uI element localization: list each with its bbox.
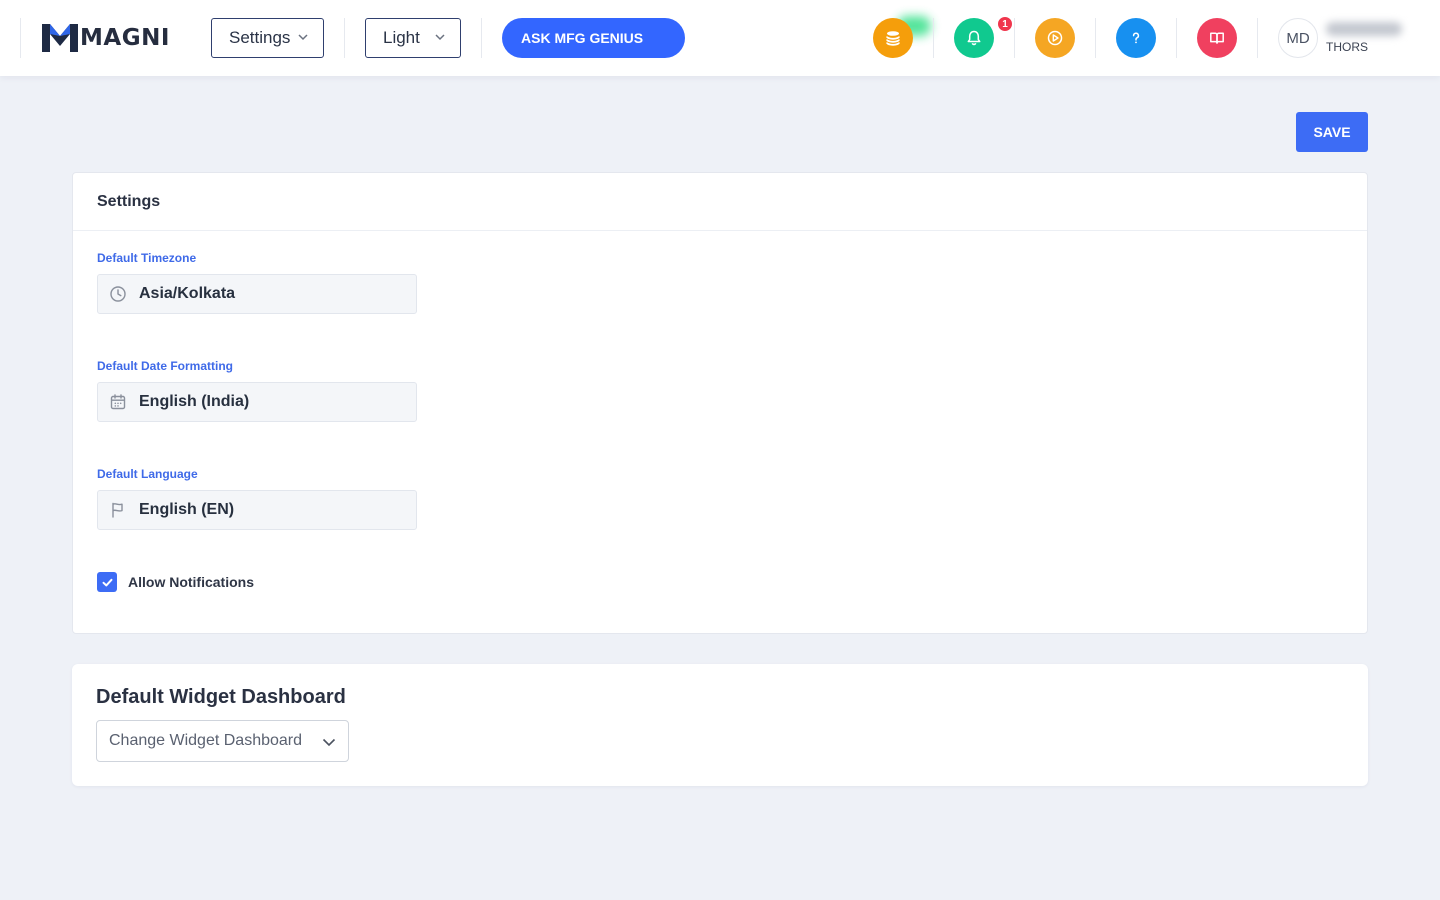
divider [1095, 18, 1096, 58]
timezone-select[interactable]: Asia/Kolkata [97, 274, 417, 314]
timezone-label: Default Timezone [97, 251, 197, 265]
timezone-value: Asia/Kolkata [139, 285, 236, 302]
divider [1257, 18, 1258, 58]
divider [481, 18, 482, 58]
divider [1014, 18, 1015, 58]
chevron-down-icon [322, 738, 336, 747]
divider [20, 18, 21, 58]
date-format-label: Default Date Formatting [97, 359, 234, 373]
ask-mfg-genius-button[interactable]: ASK MFG GENIUS [502, 18, 685, 58]
language-label: Default Language [97, 467, 198, 481]
module-dropdown-label: Settings [229, 28, 291, 47]
theme-dropdown[interactable]: Light [365, 18, 461, 58]
divider [73, 230, 1367, 231]
allow-notifications-checkbox[interactable] [97, 572, 117, 592]
tutorials-button[interactable] [1035, 18, 1075, 58]
language-value: English (EN) [139, 501, 235, 518]
clock-icon [110, 286, 126, 302]
widget-dashboard-select[interactable]: Change Widget Dashboard [96, 720, 349, 762]
widget-dashboard-placeholder: Change Widget Dashboard [109, 732, 303, 749]
settings-card: Settings Default Timezone Asia/Kolkata D… [72, 172, 1368, 634]
chevron-down-icon [298, 34, 308, 41]
date-format-value: English (India) [139, 393, 250, 410]
bell-icon [967, 30, 981, 46]
user-avatar[interactable]: MD [1278, 18, 1318, 58]
user-name-blurred[interactable] [1326, 22, 1402, 36]
allow-notifications-label: Allow Notifications [128, 574, 254, 590]
widget-dashboard-title: Default Widget Dashboard [96, 686, 346, 708]
save-button[interactable]: SAVE [1296, 112, 1368, 152]
divider [344, 18, 345, 58]
book-icon [1210, 32, 1224, 44]
top-navbar: MAGNI Settings Light ASK MFG GENIUS 1 MD… [0, 0, 1440, 76]
brand-logo[interactable]: MAGNI [42, 22, 170, 54]
help-button[interactable] [1116, 18, 1156, 58]
settings-card-title: Settings [97, 193, 161, 210]
credits-button[interactable] [873, 18, 913, 58]
brand-name: MAGNI [80, 25, 170, 51]
date-format-select[interactable]: English (India) [97, 382, 417, 422]
widget-dashboard-card: Default Widget Dashboard Change Widget D… [72, 664, 1368, 786]
magni-logo-icon [42, 24, 78, 52]
module-dropdown[interactable]: Settings [211, 18, 324, 58]
flag-icon [112, 502, 123, 518]
allow-notifications-row: Allow Notifications [97, 572, 254, 592]
coins-icon [886, 31, 900, 46]
theme-dropdown-label: Light [383, 28, 420, 47]
docs-button[interactable] [1197, 18, 1237, 58]
notifications-button[interactable] [954, 18, 994, 58]
checkmark-icon [102, 578, 112, 586]
chevron-down-icon [435, 34, 445, 41]
user-organization: THORS [1326, 40, 1368, 54]
divider [1176, 18, 1177, 58]
calendar-icon [110, 394, 126, 410]
help-icon [1132, 32, 1140, 44]
language-select[interactable]: English (EN) [97, 490, 417, 530]
play-circle-icon [1047, 30, 1063, 46]
divider [933, 18, 934, 58]
notification-count-badge: 1 [996, 15, 1014, 33]
